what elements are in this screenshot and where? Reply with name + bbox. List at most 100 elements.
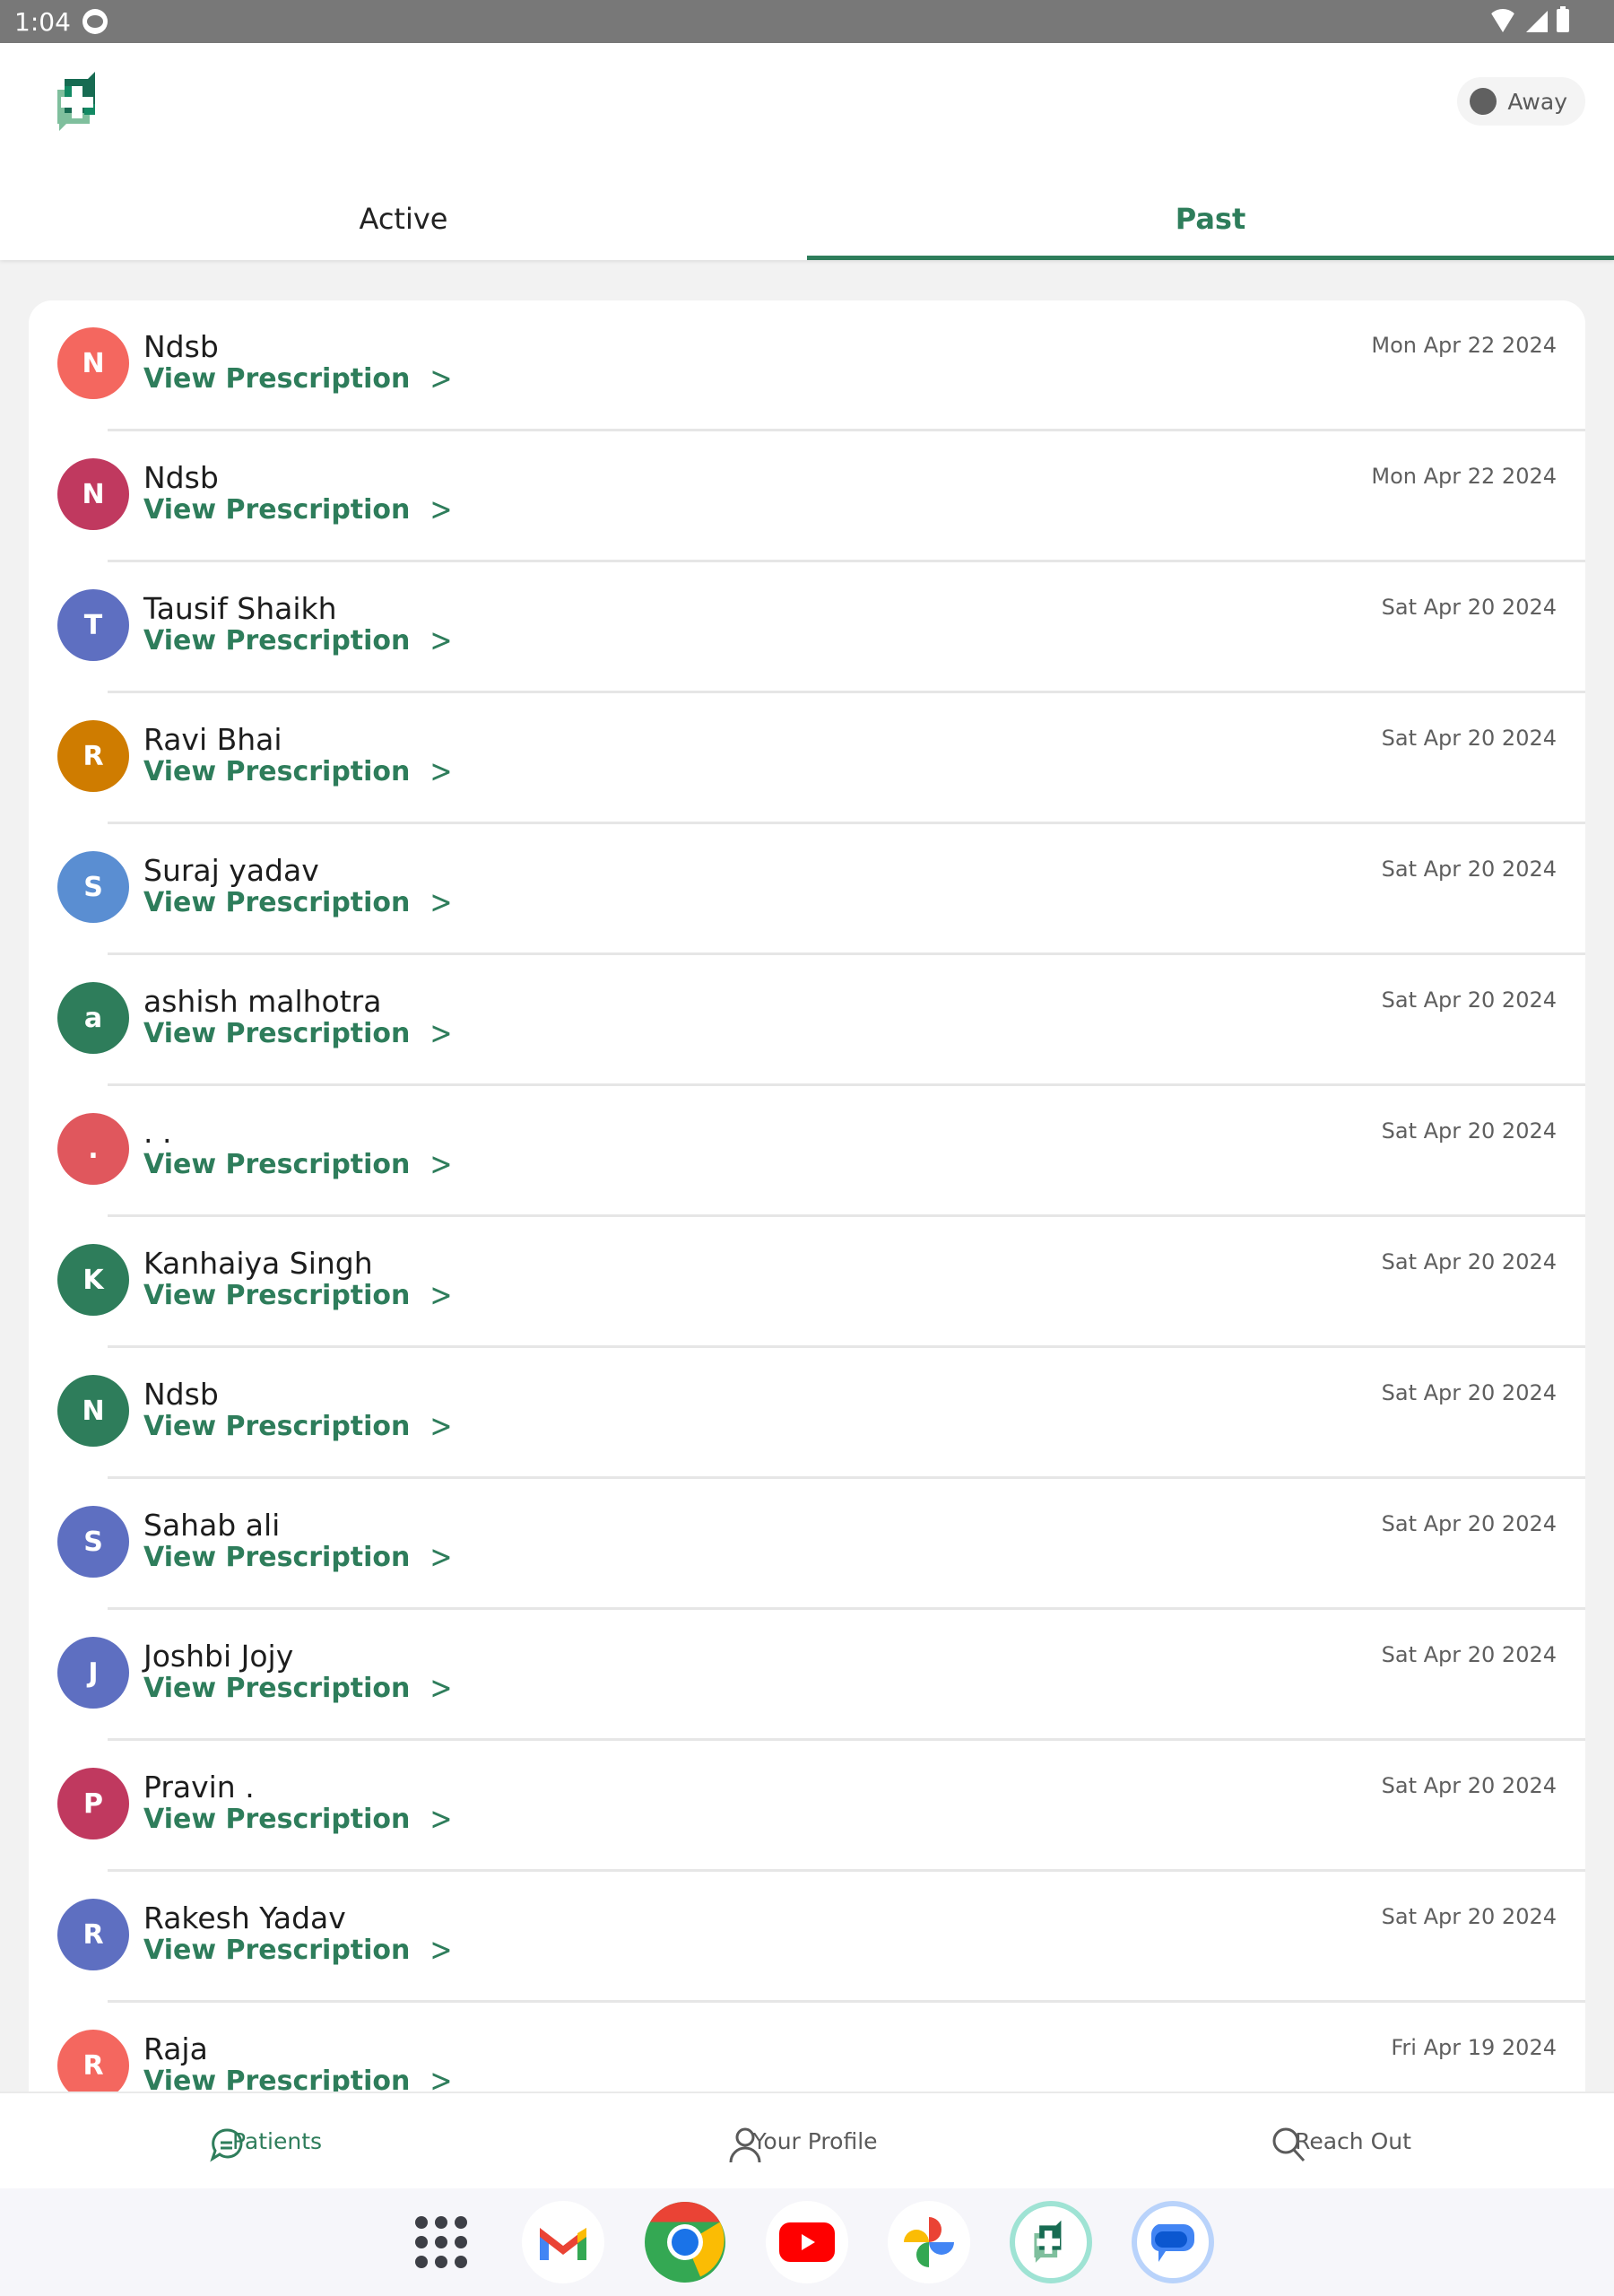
chevron-right-icon: > — [430, 1931, 453, 1970]
view-prescription-link[interactable]: View Prescription > — [143, 1932, 453, 1970]
patient-name: Tausif Shaikh — [143, 591, 337, 626]
status-icons — [1488, 6, 1569, 32]
tab-past[interactable]: Past — [807, 178, 1614, 260]
battery-icon — [1557, 6, 1569, 32]
consultation-date: Sat Apr 20 2024 — [1381, 726, 1557, 751]
consultation-row[interactable]: . . . View Prescription > Sat Apr 20 202… — [29, 1086, 1585, 1217]
consultation-row[interactable]: J Joshbi Jojy View Prescription > Sat Ap… — [29, 1610, 1585, 1741]
view-prescription-link[interactable]: View Prescription > — [143, 1277, 453, 1315]
avatar: J — [57, 1637, 129, 1709]
patient-name: Joshbi Jojy — [143, 1639, 294, 1674]
consultation-date: Sat Apr 20 2024 — [1381, 595, 1557, 620]
nav-patients[interactable]: Patients — [0, 2093, 538, 2188]
youtube-icon[interactable] — [766, 2201, 848, 2283]
tab-bar: Active Past — [0, 178, 1614, 260]
avatar: N — [57, 327, 129, 399]
chevron-right-icon: > — [430, 2062, 453, 2095]
consultation-date: Sat Apr 20 2024 — [1381, 1642, 1557, 1667]
nav-your-profile[interactable]: Your Profile — [538, 2093, 1076, 2188]
patient-name: Rakesh Yadav — [143, 1900, 346, 1935]
app-drawer-icon[interactable] — [400, 2201, 482, 2283]
view-prescription-link[interactable]: View Prescription > — [143, 2062, 453, 2095]
patient-name: Ndsb — [143, 329, 219, 364]
view-prescription-label: View Prescription — [143, 1018, 411, 1049]
consultation-row[interactable]: N Ndsb View Prescription > Mon Apr 22 20… — [29, 300, 1585, 431]
patient-name: Ndsb — [143, 460, 219, 495]
presence-label: Away — [1507, 88, 1567, 115]
view-prescription-link[interactable]: View Prescription > — [143, 360, 453, 398]
signal-icon — [1526, 11, 1548, 32]
view-prescription-link[interactable]: View Prescription > — [143, 622, 453, 660]
avatar: R — [57, 720, 129, 792]
consultation-date: Sat Apr 20 2024 — [1381, 1511, 1557, 1536]
consultation-row[interactable]: S Sahab ali View Prescription > Sat Apr … — [29, 1479, 1585, 1610]
view-prescription-link[interactable]: View Prescription > — [143, 1146, 453, 1184]
consultation-date: Sat Apr 20 2024 — [1381, 857, 1557, 882]
view-prescription-label: View Prescription — [143, 887, 411, 918]
view-prescription-link[interactable]: View Prescription > — [143, 884, 453, 922]
view-prescription-link[interactable]: View Prescription > — [143, 491, 453, 529]
patient-name: Kanhaiya Singh — [143, 1246, 373, 1281]
gmail-icon[interactable] — [522, 2201, 604, 2283]
consultation-row[interactable]: N Ndsb View Prescription > Mon Apr 22 20… — [29, 431, 1585, 562]
view-prescription-label: View Prescription — [143, 494, 411, 526]
bottom-nav: Patients Your Profile Reach Out — [0, 2092, 1614, 2188]
view-prescription-label: View Prescription — [143, 2066, 411, 2094]
clinic-app-icon[interactable] — [1010, 2201, 1092, 2283]
consultation-row[interactable]: N Ndsb View Prescription > Sat Apr 20 20… — [29, 1348, 1585, 1479]
chevron-right-icon: > — [430, 1276, 453, 1315]
search-icon — [1272, 2127, 1306, 2161]
consultation-row[interactable]: P Pravin . View Prescription > Sat Apr 2… — [29, 1741, 1585, 1872]
consultation-date: Fri Apr 19 2024 — [1391, 2035, 1557, 2060]
view-prescription-label: View Prescription — [143, 625, 411, 657]
nav-reach-out[interactable]: Reach Out — [1076, 2093, 1614, 2188]
avatar: P — [57, 1768, 129, 1839]
patient-name: ashish malhotra — [143, 984, 382, 1019]
view-prescription-link[interactable]: View Prescription > — [143, 1539, 453, 1577]
consultation-row[interactable]: R Ravi Bhai View Prescription > Sat Apr … — [29, 693, 1585, 824]
view-prescription-label: View Prescription — [143, 1673, 411, 1704]
avatar: N — [57, 1375, 129, 1447]
notification-icon — [82, 9, 108, 34]
view-prescription-link[interactable]: View Prescription > — [143, 1801, 453, 1839]
view-prescription-link[interactable]: View Prescription > — [143, 1408, 453, 1446]
chevron-right-icon: > — [430, 883, 453, 922]
view-prescription-label: View Prescription — [143, 1542, 411, 1573]
consultation-date: Sat Apr 20 2024 — [1381, 1773, 1557, 1798]
avatar: R — [57, 2030, 129, 2094]
presence-toggle[interactable]: Away — [1457, 77, 1585, 126]
chevron-right-icon: > — [430, 1407, 453, 1446]
avatar: N — [57, 458, 129, 530]
tab-active[interactable]: Active — [0, 178, 807, 260]
patient-name: Suraj yadav — [143, 853, 319, 888]
view-prescription-link[interactable]: View Prescription > — [143, 1015, 453, 1053]
messages-icon[interactable] — [1132, 2201, 1214, 2283]
view-prescription-link[interactable]: View Prescription > — [143, 1670, 453, 1708]
consultation-row[interactable]: a ashish malhotra View Prescription > Sa… — [29, 955, 1585, 1086]
patient-name: Ravi Bhai — [143, 722, 282, 757]
consultation-row[interactable]: R Rakesh Yadav View Prescription > Sat A… — [29, 1872, 1585, 2003]
chevron-right-icon: > — [430, 1145, 453, 1184]
chrome-icon[interactable] — [644, 2201, 726, 2283]
patient-name: . . — [143, 1115, 172, 1150]
consultation-row[interactable]: T Tausif Shaikh View Prescription > Sat … — [29, 562, 1585, 693]
patient-name: Raja — [143, 2031, 208, 2066]
view-prescription-label: View Prescription — [143, 756, 411, 787]
chevron-right-icon: > — [430, 752, 453, 791]
consultation-date: Mon Apr 22 2024 — [1371, 333, 1557, 358]
consultation-date: Mon Apr 22 2024 — [1371, 464, 1557, 489]
chevron-right-icon: > — [430, 491, 453, 529]
chevron-right-icon: > — [430, 1014, 453, 1053]
view-prescription-link[interactable]: View Prescription > — [143, 753, 453, 791]
consultation-row[interactable]: S Suraj yadav View Prescription > Sat Ap… — [29, 824, 1585, 955]
consultation-date: Sat Apr 20 2024 — [1381, 987, 1557, 1013]
consultation-row[interactable]: R Raja View Prescription > Fri Apr 19 20… — [29, 2003, 1585, 2094]
chevron-right-icon: > — [430, 360, 453, 398]
chat-icon — [210, 2127, 243, 2161]
view-prescription-label: View Prescription — [143, 1149, 411, 1180]
chevron-right-icon: > — [430, 1800, 453, 1839]
avatar: S — [57, 851, 129, 923]
photos-icon[interactable] — [888, 2201, 970, 2283]
consultation-date: Sat Apr 20 2024 — [1381, 1380, 1557, 1405]
consultation-row[interactable]: K Kanhaiya Singh View Prescription > Sat… — [29, 1217, 1585, 1348]
